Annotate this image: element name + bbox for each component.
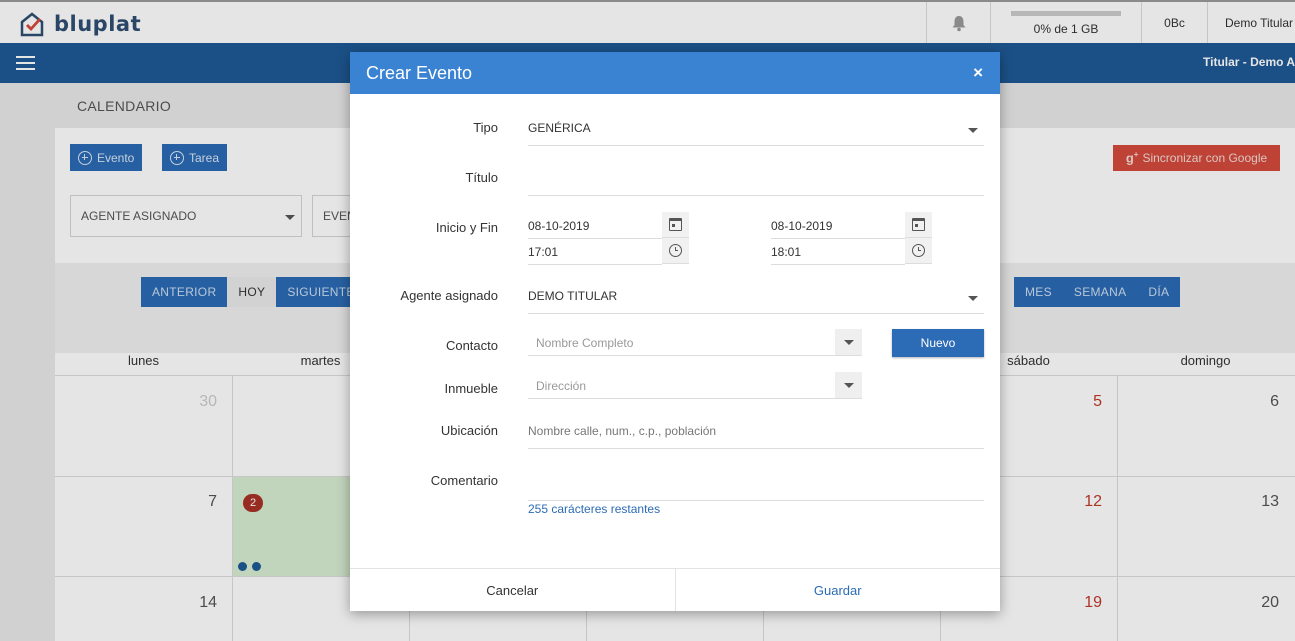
end-date-picker-button[interactable] <box>905 212 932 238</box>
char-counter: 255 carácteres restantes <box>528 502 661 516</box>
contacto-underline <box>528 355 862 356</box>
label-inicio-fin: Inicio y Fin <box>435 220 498 235</box>
start-date-underline <box>528 238 662 239</box>
comentario-textarea[interactable] <box>528 470 984 498</box>
end-date-input[interactable]: 08-10-2019 <box>771 219 832 233</box>
contacto-dropdown-button[interactable] <box>835 329 862 355</box>
end-time-picker-button[interactable] <box>905 238 932 264</box>
titulo-underline <box>528 195 984 196</box>
end-time-underline <box>771 264 905 265</box>
dialog-footer: Cancelar Guardar <box>350 568 1000 611</box>
start-time-picker-button[interactable] <box>662 238 689 264</box>
label-contacto: Contacto <box>445 338 498 353</box>
save-button[interactable]: Guardar <box>676 569 1001 611</box>
inmueble-underline <box>528 398 862 399</box>
inmueble-input[interactable]: Dirección <box>536 379 586 393</box>
start-time-input[interactable]: 17:01 <box>528 245 558 259</box>
close-icon[interactable]: × <box>973 63 983 83</box>
label-agente: Agente asignado <box>400 288 498 303</box>
contacto-input[interactable]: Nombre Completo <box>536 336 633 350</box>
agente-underline <box>528 313 984 314</box>
chevron-down-icon <box>844 340 854 345</box>
start-time-underline <box>528 264 662 265</box>
end-date-underline <box>771 238 905 239</box>
chevron-down-icon <box>968 296 978 301</box>
agente-select[interactable]: DEMO TITULAR <box>528 289 617 303</box>
chevron-down-icon <box>968 128 978 133</box>
inmueble-dropdown-button[interactable] <box>835 372 862 398</box>
label-comentario: Comentario <box>430 473 498 488</box>
label-inmueble: Inmueble <box>444 381 498 396</box>
tipo-underline <box>528 145 984 146</box>
end-time-input[interactable]: 18:01 <box>771 245 801 259</box>
create-event-dialog: Crear Evento × Tipo GENÉRICA Título Inic… <box>350 52 1000 611</box>
calendar-icon <box>912 218 925 231</box>
tipo-select[interactable]: GENÉRICA <box>528 121 591 135</box>
clock-icon <box>669 244 682 257</box>
start-date-input[interactable]: 08-10-2019 <box>528 219 589 233</box>
cancel-button[interactable]: Cancelar <box>350 569 676 611</box>
label-tipo: Tipo <box>473 120 498 135</box>
dialog-title: Crear Evento <box>366 63 473 83</box>
label-titulo: Título <box>465 170 498 185</box>
label-ubicacion: Ubicación <box>440 423 498 438</box>
ubicacion-underline <box>528 448 984 449</box>
clock-icon <box>912 244 925 257</box>
dialog-header: Crear Evento × <box>350 52 1000 94</box>
chevron-down-icon <box>844 383 854 388</box>
ubicacion-input[interactable]: Nombre calle, num., c.p., población <box>528 424 716 438</box>
start-date-picker-button[interactable] <box>662 212 689 238</box>
new-contact-button[interactable]: Nuevo <box>892 329 984 357</box>
comentario-underline <box>528 500 984 501</box>
titulo-input[interactable] <box>528 172 984 194</box>
calendar-icon <box>669 218 682 231</box>
